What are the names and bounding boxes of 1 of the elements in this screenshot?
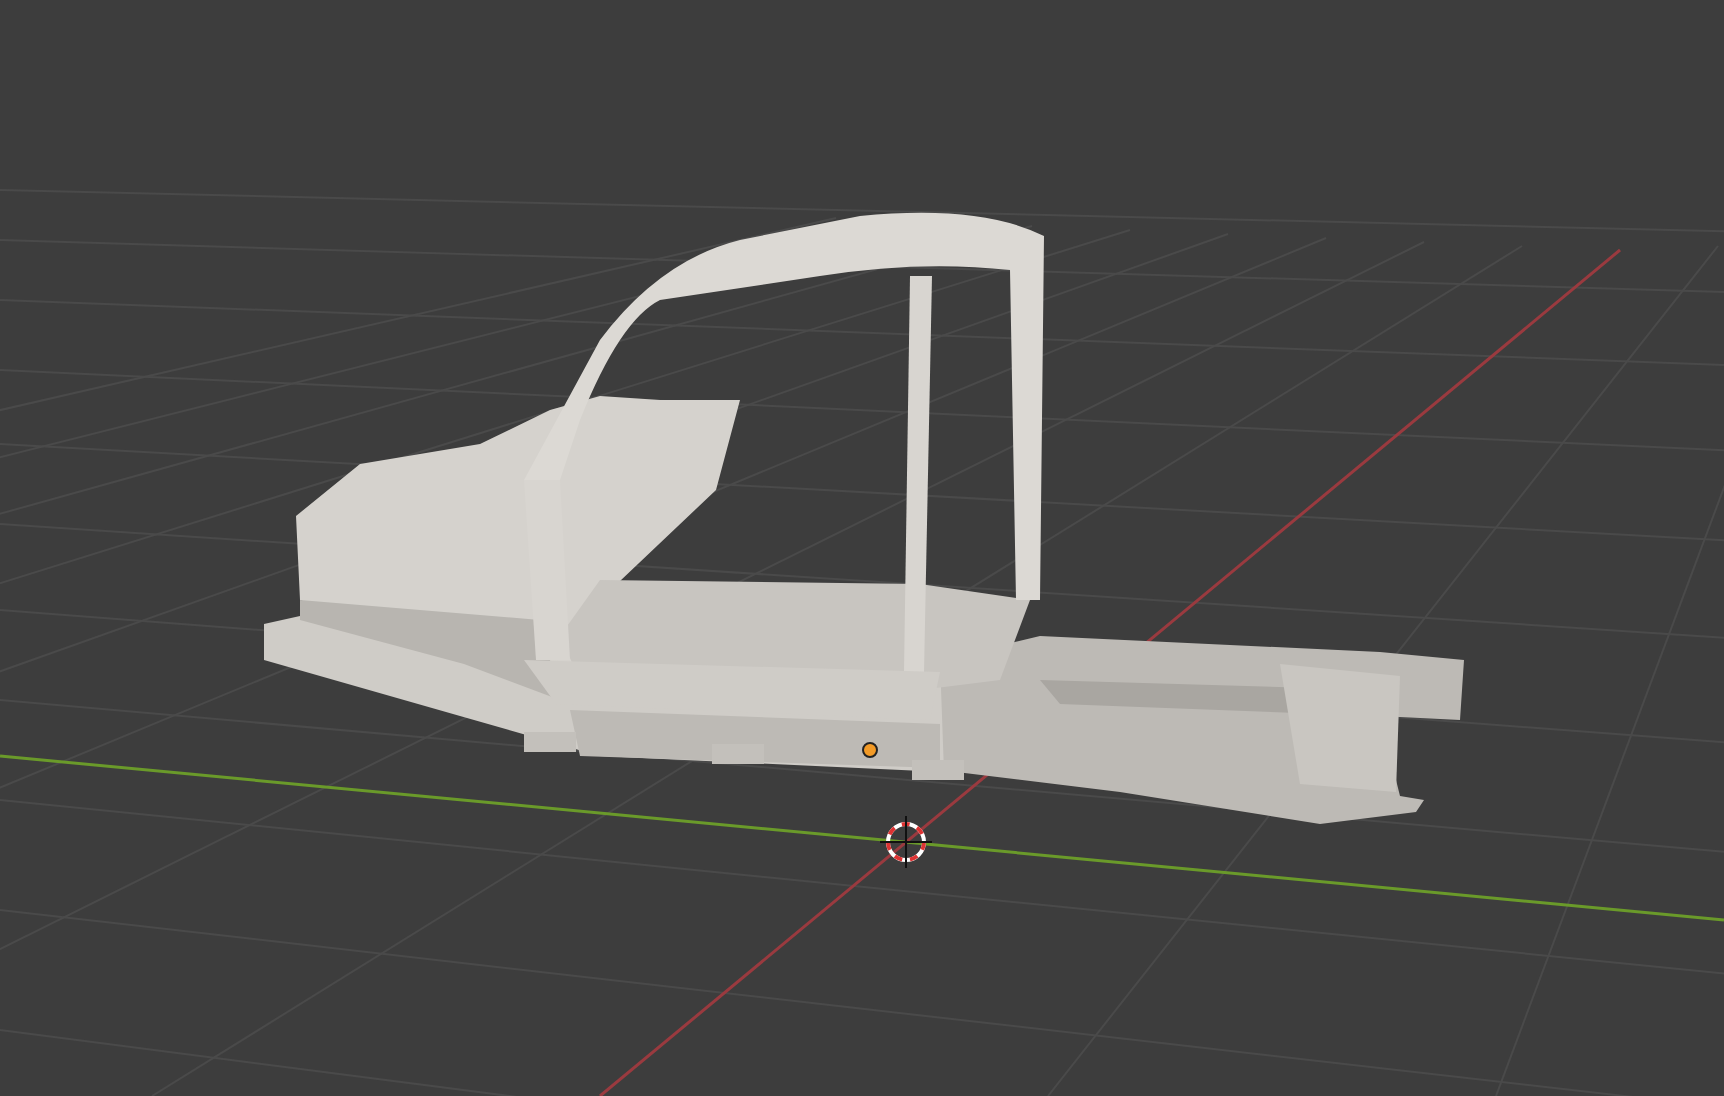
- 3d-cursor-icon[interactable]: [879, 815, 933, 869]
